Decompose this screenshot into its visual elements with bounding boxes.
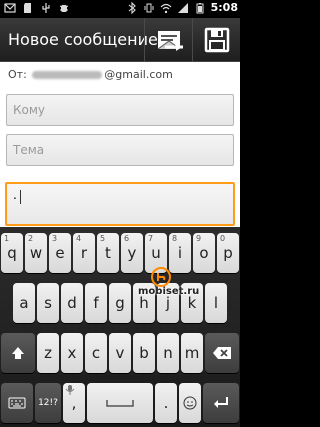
- key-p[interactable]: 0p: [217, 233, 239, 273]
- key-a[interactable]: a: [13, 283, 35, 323]
- message-body-field[interactable]: .: [5, 182, 235, 226]
- status-time: 5:08: [210, 1, 238, 14]
- vibrate-icon: [144, 3, 154, 12]
- keyboard-settings-key[interactable]: [1, 383, 33, 423]
- from-line: От: @gmail.com: [8, 68, 173, 81]
- key-n[interactable]: n: [157, 333, 179, 373]
- subject-field[interactable]: Тема: [6, 134, 234, 166]
- to-field[interactable]: Кому: [6, 94, 234, 126]
- enter-arrow-icon: [214, 397, 228, 408]
- redacted-username: [32, 71, 103, 79]
- signal-icon: [177, 2, 188, 13]
- from-email: @gmail.com: [104, 68, 173, 81]
- subject-placeholder: Тема: [13, 143, 45, 157]
- key-g[interactable]: g: [109, 283, 131, 323]
- key-v[interactable]: v: [109, 333, 131, 373]
- status-bar: 5:08: [0, 0, 240, 18]
- page-title: Новое сообщение: [8, 30, 158, 49]
- from-label: От:: [8, 68, 27, 81]
- key-f[interactable]: f: [85, 283, 107, 323]
- enter-key[interactable]: [203, 383, 239, 423]
- key-l[interactable]: l: [205, 283, 227, 323]
- key-m[interactable]: m: [181, 333, 203, 373]
- key-t[interactable]: 5t: [97, 233, 119, 273]
- email-notification-icon: [4, 3, 16, 13]
- message-body-text: .: [13, 188, 17, 202]
- microphone-icon: [65, 385, 75, 395]
- sd-card-icon: [24, 3, 31, 13]
- shift-key[interactable]: [1, 333, 35, 373]
- shift-arrow-icon: [12, 347, 24, 359]
- key-z[interactable]: z: [37, 333, 59, 373]
- key-i[interactable]: 8i: [169, 233, 191, 273]
- key-b[interactable]: b: [133, 333, 155, 373]
- soft-keyboard: 1q 2w 3e 4r 5t 6y 7u 8i 9o 0p a s d f g …: [0, 227, 240, 427]
- backspace-key[interactable]: [205, 333, 239, 373]
- key-w[interactable]: 2w: [25, 233, 47, 273]
- text-cursor: [20, 190, 21, 204]
- key-c[interactable]: c: [85, 333, 107, 373]
- key-e[interactable]: 3e: [49, 233, 71, 273]
- save-draft-button[interactable]: [192, 18, 240, 62]
- send-icon: [157, 31, 183, 51]
- watermark-text: mobiset.ru: [138, 286, 200, 297]
- bluetooth-icon: [128, 1, 136, 14]
- smiley-icon: [183, 396, 197, 410]
- battery-icon: [196, 2, 204, 13]
- key-o[interactable]: 9o: [193, 233, 215, 273]
- wifi-icon: [160, 3, 172, 13]
- to-placeholder: Кому: [13, 103, 46, 117]
- send-button[interactable]: [144, 18, 192, 62]
- space-key[interactable]: [87, 383, 153, 423]
- key-r[interactable]: 4r: [73, 233, 95, 273]
- backspace-icon: [213, 347, 231, 359]
- period-key[interactable]: .: [155, 383, 177, 423]
- usb-icon: [42, 3, 50, 13]
- debug-icon: [59, 5, 69, 12]
- key-q[interactable]: 1q: [1, 233, 23, 273]
- floppy-disk-icon: [204, 27, 229, 53]
- keyboard-icon: [8, 397, 26, 409]
- key-d[interactable]: d: [61, 283, 83, 323]
- comma-key[interactable]: ,: [63, 383, 85, 423]
- compose-form: От: @gmail.com Кому Тема .: [0, 62, 240, 227]
- symbols-key[interactable]: 12!?: [35, 383, 61, 423]
- watermark-logo-icon: [151, 267, 171, 287]
- title-bar: Новое сообщение: [0, 18, 240, 62]
- key-x[interactable]: x: [61, 333, 83, 373]
- space-bar-icon: [106, 400, 134, 407]
- key-y[interactable]: 6y: [121, 233, 143, 273]
- key-s[interactable]: s: [37, 283, 59, 323]
- smiley-key[interactable]: [179, 383, 201, 423]
